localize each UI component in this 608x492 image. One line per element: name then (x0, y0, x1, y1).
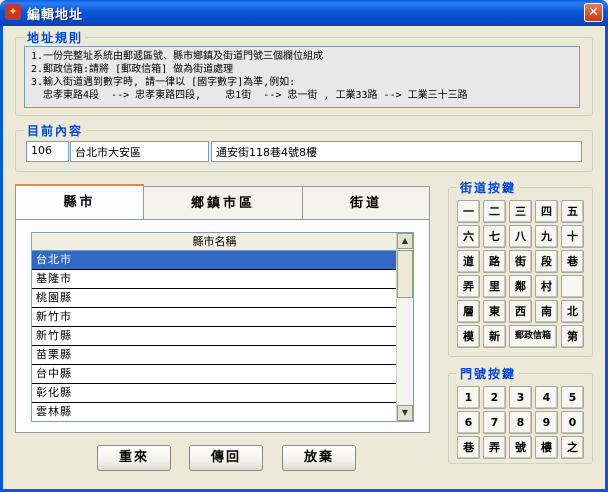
current-legend: 目前內容 (24, 122, 87, 139)
street-key[interactable]: 路 (483, 250, 506, 273)
street-key[interactable]: 鄰 (509, 275, 532, 298)
street-key[interactable]: 七 (483, 225, 506, 248)
list-item[interactable]: 彰化縣 (32, 384, 397, 403)
street-key[interactable]: 街 (509, 250, 532, 273)
number-key[interactable]: 8 (509, 411, 532, 434)
street-key[interactable]: 一 (457, 200, 480, 223)
street-key[interactable]: 村 (535, 275, 558, 298)
street-key[interactable]: 弄 (457, 275, 480, 298)
number-key[interactable]: 5 (561, 386, 584, 409)
street-key[interactable]: 第 (561, 325, 584, 348)
tab-street[interactable]: 街道 (302, 186, 430, 220)
app-icon: ✦ (5, 4, 21, 20)
rules-line: 3.輸入街道遇到數字時, 請一律以 [國字數字]為準,例如: (31, 77, 296, 88)
rules-legend: 地址規則 (24, 29, 87, 46)
street-keys-legend: 街道按鍵 (457, 179, 520, 196)
number-key[interactable]: 3 (509, 386, 532, 409)
street-key[interactable]: 模 (457, 325, 480, 348)
number-key[interactable]: 0 (561, 411, 584, 434)
return-button[interactable]: 傳回 (189, 445, 263, 471)
street-key[interactable]: 巷 (561, 250, 584, 273)
list-item[interactable]: 基隆市 (32, 270, 397, 289)
number-key[interactable]: 7 (483, 411, 506, 434)
number-key[interactable]: 6 (457, 411, 480, 434)
list-item[interactable]: 苗栗縣 (32, 346, 397, 365)
close-button[interactable]: ✕ (584, 3, 603, 22)
zip-field[interactable]: 106 (26, 141, 69, 162)
street-key[interactable]: 新 (483, 325, 506, 348)
street-key[interactable]: 三 (509, 200, 532, 223)
list-item[interactable]: 台中縣 (32, 365, 397, 384)
number-keys-legend: 門號按鍵 (457, 365, 520, 382)
street-field[interactable]: 通安街118巷4號8樓 (211, 141, 582, 162)
list-item[interactable]: 新竹市 (32, 308, 397, 327)
number-key[interactable]: 號 (509, 436, 532, 459)
list-scrollbar[interactable]: ▲ ▼ (396, 233, 413, 421)
number-key[interactable]: 1 (457, 386, 480, 409)
street-key[interactable]: 二 (483, 200, 506, 223)
rules-line: 忠孝東路4段 --> 忠孝東路四段, 忠1街 --> 忠一街 , 工業33路 -… (31, 90, 468, 101)
number-key[interactable]: 2 (483, 386, 506, 409)
po-box-key[interactable]: 郵政信箱 (509, 325, 557, 348)
discard-button[interactable]: 放棄 (282, 445, 356, 471)
street-key[interactable]: 八 (509, 225, 532, 248)
city-district-field[interactable]: 台北市大安區 (70, 141, 209, 162)
rules-text: 1.一份完整址系統由郵遞區號、縣市鄉鎮及街道門號三個欄位組成 2.郵政信箱:請將 … (24, 46, 580, 108)
street-key[interactable]: 西 (509, 300, 532, 323)
street-key[interactable]: 五 (561, 200, 584, 223)
list-item[interactable]: 台北市 (32, 251, 397, 270)
rules-line: 1.一份完整址系統由郵遞區號、縣市鄉鎮及街道門號三個欄位組成 (31, 51, 324, 62)
tab-district[interactable]: 鄉鎮市區 (143, 186, 303, 220)
number-key[interactable]: 9 (535, 411, 558, 434)
number-key[interactable]: 之 (561, 436, 584, 459)
street-key[interactable]: 南 (535, 300, 558, 323)
street-key[interactable]: 里 (483, 275, 506, 298)
list-item[interactable]: 新竹縣 (32, 327, 397, 346)
scroll-thumb[interactable] (397, 250, 413, 298)
street-key[interactable]: 九 (535, 225, 558, 248)
tab-city[interactable]: 縣市 (15, 184, 144, 220)
scroll-up-arrow-icon[interactable]: ▲ (397, 233, 413, 249)
title-bar: ✦ 編輯地址 ✕ (0, 0, 608, 26)
scroll-down-arrow-icon[interactable]: ▼ (397, 405, 413, 421)
street-key-blank[interactable] (561, 275, 584, 298)
window-title: 編輯地址 (27, 8, 84, 23)
street-key[interactable]: 層 (457, 300, 480, 323)
street-key[interactable]: 段 (535, 250, 558, 273)
street-key[interactable]: 北 (561, 300, 584, 323)
number-key[interactable]: 弄 (483, 436, 506, 459)
number-key[interactable]: 4 (535, 386, 558, 409)
street-key[interactable]: 東 (483, 300, 506, 323)
list-item[interactable]: 桃園縣 (32, 289, 397, 308)
street-key[interactable]: 六 (457, 225, 480, 248)
number-key[interactable]: 樓 (535, 436, 558, 459)
street-key[interactable]: 道 (457, 250, 480, 273)
number-key[interactable]: 巷 (457, 436, 480, 459)
street-key[interactable]: 四 (535, 200, 558, 223)
list-header[interactable]: 縣市名稱 (32, 233, 397, 251)
city-list[interactable]: 縣市名稱 台北市 基隆市 桃園縣 新竹市 新竹縣 苗栗縣 台中縣 彰化縣 雲林縣… (31, 232, 414, 422)
rules-line: 2.郵政信箱:請將 [郵政信箱] 做為街道處理 (31, 64, 234, 75)
reset-button[interactable]: 重來 (97, 445, 171, 471)
list-item[interactable]: 雲林縣 (32, 403, 397, 421)
street-key[interactable]: 十 (561, 225, 584, 248)
